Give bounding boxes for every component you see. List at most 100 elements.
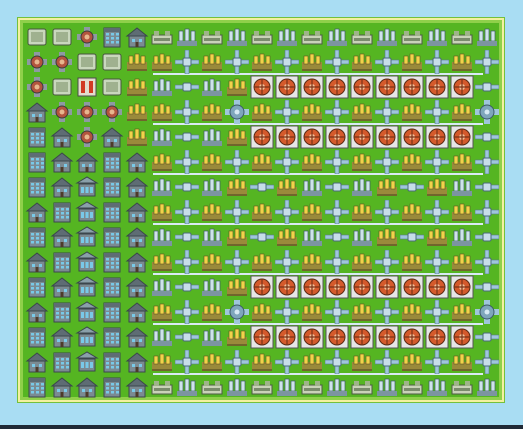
pipe-junction-icon[interactable] <box>475 300 499 324</box>
water-pump-icon[interactable] <box>450 175 474 199</box>
water-pump-icon[interactable] <box>325 25 349 49</box>
house-icon[interactable] <box>50 125 74 149</box>
water-pump-icon[interactable] <box>200 225 224 249</box>
crop-plot-icon[interactable] <box>300 150 324 174</box>
crop-plot-icon[interactable] <box>225 275 249 299</box>
pipe-junction-icon[interactable] <box>400 175 424 199</box>
fan-hub-icon[interactable] <box>400 275 424 299</box>
container-icon[interactable] <box>75 50 99 74</box>
fan-hub-icon[interactable] <box>400 325 424 349</box>
pipe-junction-icon[interactable] <box>325 350 349 374</box>
pipe-junction-icon[interactable] <box>325 175 349 199</box>
pipe-junction-icon[interactable] <box>475 100 499 124</box>
bank-icon[interactable] <box>75 250 99 274</box>
house-icon[interactable] <box>50 150 74 174</box>
crop-plot-icon[interactable] <box>350 300 374 324</box>
house-icon[interactable] <box>50 175 74 199</box>
splitter-node-icon[interactable] <box>50 100 74 124</box>
crop-plot-icon[interactable] <box>250 250 274 274</box>
fan-hub-icon[interactable] <box>350 325 374 349</box>
crop-plot-icon[interactable] <box>450 350 474 374</box>
splitter-node-icon[interactable] <box>25 75 49 99</box>
pipe-junction-icon[interactable] <box>225 350 249 374</box>
crop-plot-icon[interactable] <box>200 50 224 74</box>
fan-hub-icon[interactable] <box>300 125 324 149</box>
pipe-junction-icon[interactable] <box>425 150 449 174</box>
house-icon[interactable] <box>25 200 49 224</box>
crop-plot-icon[interactable] <box>300 50 324 74</box>
apartment-tower-icon[interactable] <box>100 350 124 374</box>
crop-plot-icon[interactable] <box>250 100 274 124</box>
fan-hub-icon[interactable] <box>250 125 274 149</box>
water-pump-icon[interactable] <box>200 175 224 199</box>
water-pump-icon[interactable] <box>325 375 349 399</box>
house-icon[interactable] <box>125 150 149 174</box>
pipe-junction-icon[interactable] <box>175 175 199 199</box>
crop-plot-icon[interactable] <box>350 200 374 224</box>
water-pump-icon[interactable] <box>200 275 224 299</box>
water-pump-icon[interactable] <box>300 175 324 199</box>
crop-plot-icon[interactable] <box>350 350 374 374</box>
pipe-junction-icon[interactable] <box>400 225 424 249</box>
pipe-junction-icon[interactable] <box>175 250 199 274</box>
apartment-tower-icon[interactable] <box>100 225 124 249</box>
house-icon[interactable] <box>50 225 74 249</box>
water-pump-icon[interactable] <box>150 175 174 199</box>
crop-plot-icon[interactable] <box>225 125 249 149</box>
pipe-junction-icon[interactable] <box>225 250 249 274</box>
crop-plot-icon[interactable] <box>350 50 374 74</box>
apartment-tower-icon[interactable] <box>50 350 74 374</box>
crop-plot-icon[interactable] <box>225 225 249 249</box>
house-icon[interactable] <box>75 150 99 174</box>
pipe-junction-icon[interactable] <box>175 150 199 174</box>
water-pump-icon[interactable] <box>200 75 224 99</box>
house-icon[interactable] <box>125 25 149 49</box>
pipe-junction-icon[interactable] <box>475 125 499 149</box>
fan-hub-icon[interactable] <box>275 75 299 99</box>
fan-hub-icon[interactable] <box>275 125 299 149</box>
crop-plot-icon[interactable] <box>225 325 249 349</box>
pipe-junction-icon[interactable] <box>475 250 499 274</box>
crop-plot-icon[interactable] <box>450 250 474 274</box>
pipe-junction-icon[interactable] <box>325 50 349 74</box>
pipe-junction-icon[interactable] <box>275 150 299 174</box>
pipe-junction-icon[interactable] <box>425 350 449 374</box>
fan-hub-icon[interactable] <box>300 75 324 99</box>
pipe-junction-icon[interactable] <box>375 200 399 224</box>
water-pump-icon[interactable] <box>475 375 499 399</box>
splitter-node-icon[interactable] <box>75 125 99 149</box>
crop-plot-icon[interactable] <box>200 100 224 124</box>
apartment-tower-icon[interactable] <box>25 150 49 174</box>
pipe-junction-icon[interactable] <box>225 300 249 324</box>
crop-plot-icon[interactable] <box>450 200 474 224</box>
water-pump-icon[interactable] <box>300 225 324 249</box>
fan-hub-icon[interactable] <box>400 125 424 149</box>
crop-plot-icon[interactable] <box>275 225 299 249</box>
bank-icon[interactable] <box>75 325 99 349</box>
container-icon[interactable] <box>50 75 74 99</box>
crop-plot-icon[interactable] <box>350 100 374 124</box>
crop-plot-icon[interactable] <box>350 250 374 274</box>
fan-hub-icon[interactable] <box>375 75 399 99</box>
pipe-junction-icon[interactable] <box>175 225 199 249</box>
fan-hub-icon[interactable] <box>350 275 374 299</box>
apartment-tower-icon[interactable] <box>100 25 124 49</box>
pipe-junction-icon[interactable] <box>475 200 499 224</box>
storage-shed-icon[interactable] <box>450 375 474 399</box>
crop-plot-icon[interactable] <box>150 100 174 124</box>
pipe-junction-icon[interactable] <box>425 250 449 274</box>
pipe-junction-icon[interactable] <box>275 350 299 374</box>
fan-hub-icon[interactable] <box>450 275 474 299</box>
apartment-tower-icon[interactable] <box>100 175 124 199</box>
apartment-tower-icon[interactable] <box>100 375 124 399</box>
crop-plot-icon[interactable] <box>250 200 274 224</box>
fan-hub-icon[interactable] <box>425 125 449 149</box>
crop-plot-icon[interactable] <box>200 300 224 324</box>
crop-plot-icon[interactable] <box>250 350 274 374</box>
pipe-junction-icon[interactable] <box>175 50 199 74</box>
water-pump-icon[interactable] <box>150 275 174 299</box>
pipe-junction-icon[interactable] <box>475 50 499 74</box>
apartment-tower-icon[interactable] <box>100 300 124 324</box>
pipe-junction-icon[interactable] <box>375 100 399 124</box>
pipe-junction-icon[interactable] <box>425 100 449 124</box>
